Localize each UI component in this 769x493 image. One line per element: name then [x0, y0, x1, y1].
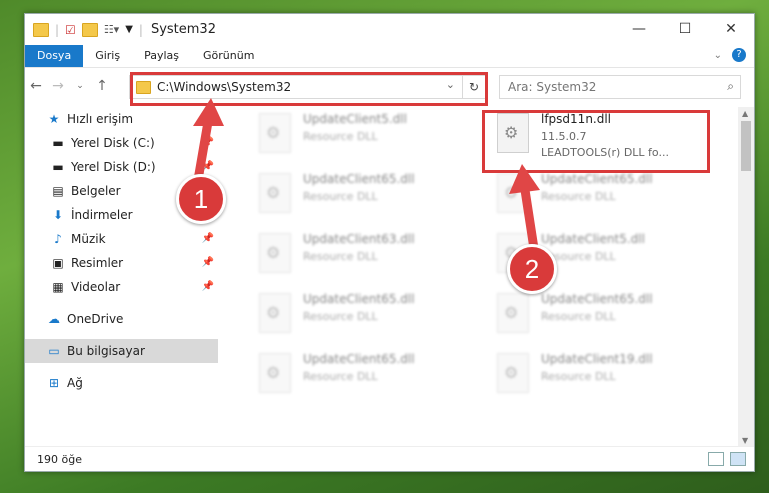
tab-file[interactable]: Dosya: [25, 45, 84, 67]
dll-file-icon: [497, 293, 529, 333]
details-view-icon[interactable]: [708, 452, 724, 466]
star-icon: ★: [48, 112, 60, 126]
sidebar-item-quick-access[interactable]: ★ Hızlı erişim: [25, 107, 218, 131]
file-tile[interactable]: UpdateClient65.dllResource DLL: [485, 287, 715, 345]
sidebar-item-network[interactable]: ⊞ Ağ: [25, 371, 218, 395]
dll-file-icon: [259, 173, 291, 213]
window-title: System32: [150, 22, 216, 37]
sidebar-item-label: Belgeler: [71, 184, 121, 198]
pin-icon: 📌: [201, 281, 214, 292]
pin-icon: 📌: [201, 257, 214, 268]
file-tile[interactable]: UpdateClient65.dllResource DLL: [247, 347, 477, 405]
file-tile[interactable]: UpdateClient65.dllResource DLL: [247, 287, 477, 345]
dll-file-icon: [497, 353, 529, 393]
sidebar-item-label: Videolar: [71, 280, 121, 294]
separator: |: [55, 22, 60, 37]
file-tile[interactable]: UpdateClient65.dllResource DLL: [485, 167, 715, 225]
customize-dropdown-icon[interactable]: ▼: [125, 24, 133, 35]
minimize-button[interactable]: —: [616, 14, 662, 44]
navigation-pane: ★ Hızlı erişim ▬ Yerel Disk (C:) 📌 ▬ Yerel D…: [25, 107, 218, 447]
sidebar-item-disk-d[interactable]: ▬ Yerel Disk (D:) 📌: [25, 155, 218, 179]
sidebar-item-label: İndirmeler: [71, 208, 133, 222]
sidebar-item-disk-c[interactable]: ▬ Yerel Disk (C:) 📌: [25, 131, 218, 155]
search-input[interactable]: [506, 76, 710, 98]
network-icon: ⊞: [48, 376, 60, 390]
quick-access-toolbar: | ☑ ☷▾ ▼ |: [25, 22, 143, 37]
sidebar-item-label: Yerel Disk (C:): [71, 136, 155, 150]
dll-file-icon: [259, 233, 291, 273]
file-tile[interactable]: UpdateClient19.dllResource DLL: [485, 347, 715, 405]
properties-icon[interactable]: ☑: [65, 23, 76, 37]
item-count: 190 öğe: [37, 453, 82, 466]
back-button[interactable]: ←: [25, 78, 47, 94]
tab-share[interactable]: Paylaş: [132, 45, 191, 67]
folder-icon: [33, 22, 49, 37]
documents-icon: ▤: [52, 184, 64, 198]
forward-button[interactable]: →: [47, 78, 69, 94]
dll-file-icon: [259, 293, 291, 333]
step-badge-2: 2: [507, 244, 557, 294]
sidebar-item-label: Resimler: [71, 256, 124, 270]
sidebar-item-label: Hızlı erişim: [67, 112, 134, 126]
address-bar-highlight: [130, 72, 488, 106]
sidebar-item-music[interactable]: ♪ Müzik 📌: [25, 227, 218, 251]
file-tile[interactable]: UpdateClient65.dllResource DLL: [247, 167, 477, 225]
title-bar: | ☑ ☷▾ ▼ | System32 — ☐ ✕: [25, 14, 754, 45]
computer-icon: ▭: [48, 344, 60, 358]
sidebar-item-label: Yerel Disk (D:): [71, 160, 156, 174]
videos-icon: ▦: [52, 280, 64, 294]
up-button[interactable]: ↑: [91, 78, 113, 94]
search-box[interactable]: ⌕: [499, 75, 741, 99]
sidebar-item-pictures[interactable]: ▣ Resimler 📌: [25, 251, 218, 275]
scroll-thumb[interactable]: [741, 121, 751, 171]
vertical-scrollbar[interactable]: ▲ ▼: [738, 107, 754, 447]
help-icon[interactable]: ?: [732, 48, 746, 62]
separator: |: [138, 22, 143, 37]
file-tile[interactable]: UpdateClient5.dllResource DLL: [247, 107, 477, 165]
pin-icon: 📌: [201, 233, 214, 244]
sidebar-item-label: Bu bilgisayar: [67, 344, 145, 358]
search-icon: ⌕: [727, 79, 734, 93]
tiles-view-icon[interactable]: [730, 452, 746, 466]
pictures-icon: ▣: [52, 256, 64, 270]
file-highlight: [482, 110, 710, 173]
scroll-up-icon[interactable]: ▲: [742, 109, 748, 118]
download-icon: ⬇: [52, 208, 64, 222]
view-icon[interactable]: ☷▾: [104, 23, 119, 36]
sidebar-item-label: OneDrive: [67, 312, 124, 326]
tab-home[interactable]: Giriş: [83, 45, 132, 67]
drive-icon: ▬: [52, 160, 64, 174]
music-icon: ♪: [54, 232, 62, 246]
expand-ribbon-icon[interactable]: ⌄: [714, 50, 722, 61]
drive-icon: ▬: [52, 136, 64, 150]
pin-icon: 📌: [201, 137, 214, 148]
status-bar: 190 öğe: [25, 446, 754, 471]
dll-file-icon: [259, 353, 291, 393]
sidebar-item-label: Müzik: [71, 232, 106, 246]
sidebar-item-this-pc[interactable]: ▭ Bu bilgisayar: [25, 339, 218, 363]
ribbon-tabs: Dosya Giriş Paylaş Görünüm ⌄ ?: [25, 45, 754, 68]
dll-file-icon: [259, 113, 291, 153]
sidebar-item-onedrive[interactable]: ☁ OneDrive: [25, 307, 218, 331]
new-folder-icon[interactable]: [81, 22, 98, 37]
explorer-window: | ☑ ☷▾ ▼ | System32 — ☐ ✕ Dosya Giriş Pa…: [24, 13, 755, 472]
sidebar-item-label: Ağ: [67, 376, 83, 390]
tab-view[interactable]: Görünüm: [191, 45, 266, 67]
maximize-button[interactable]: ☐: [662, 14, 708, 44]
dll-file-icon: [497, 173, 529, 213]
recent-locations-icon[interactable]: ⌄: [69, 81, 91, 91]
sidebar-item-videos[interactable]: ▦ Videolar 📌: [25, 275, 218, 299]
scroll-down-icon[interactable]: ▼: [742, 436, 748, 445]
close-button[interactable]: ✕: [708, 14, 754, 44]
step-badge-1: 1: [176, 174, 226, 224]
cloud-icon: ☁: [48, 312, 60, 326]
file-tile[interactable]: UpdateClient63.dllResource DLL: [247, 227, 477, 285]
